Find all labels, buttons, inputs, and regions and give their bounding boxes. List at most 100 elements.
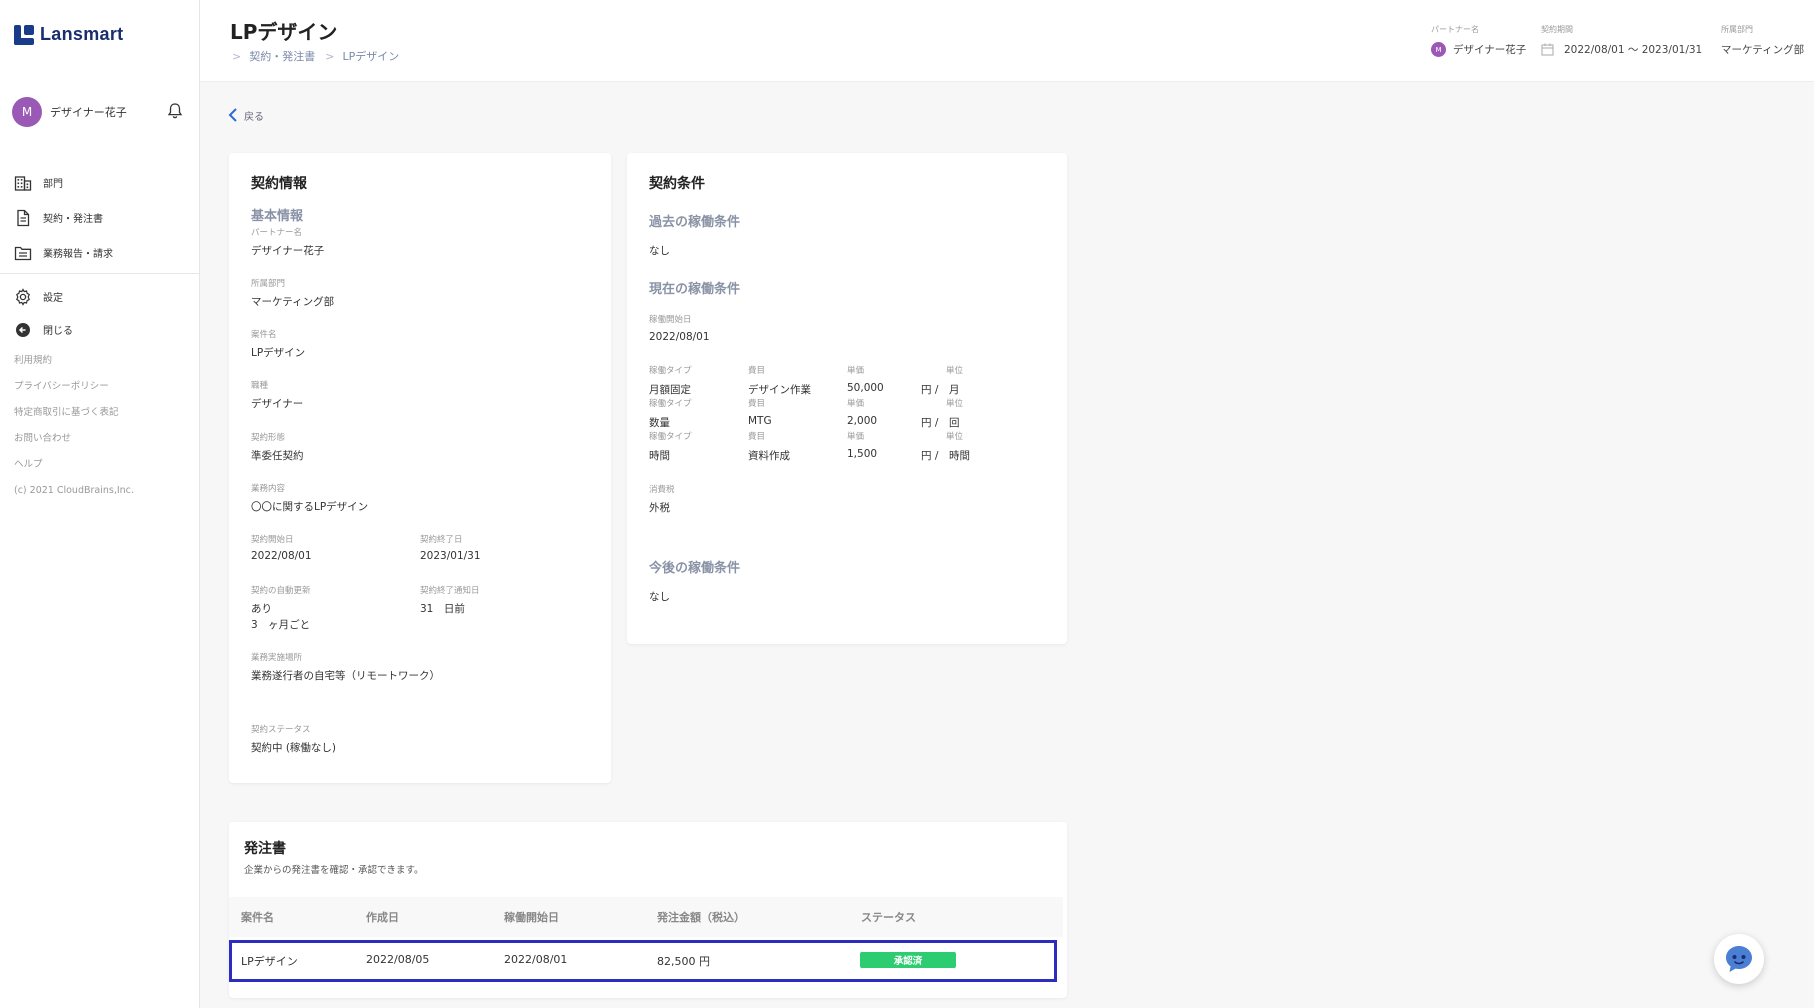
footer-link-help[interactable]: ヘルプ	[14, 458, 134, 484]
project-value: LPデザイン	[251, 347, 306, 359]
period-dates: 2022/08/01 〜 2023/01/31	[1564, 44, 1703, 56]
chevron-right-icon: >	[325, 49, 335, 63]
col-price-label: 単価	[847, 399, 865, 409]
page-title: LPデザイン	[230, 20, 338, 44]
sidebar-item-close[interactable]: 閉じる	[0, 313, 200, 346]
user-profile[interactable]: M デザイナー花子	[12, 97, 188, 127]
rate-type: 月額固定	[649, 384, 691, 396]
chevron-right-icon: >	[232, 49, 242, 63]
renew-value: あり	[251, 603, 272, 615]
sidebar-item-reports[interactable]: 業務報告・請求	[0, 235, 200, 270]
breadcrumb: > 契約・発注書 > LPデザイン	[232, 48, 409, 64]
chat-support-button[interactable]	[1714, 934, 1764, 984]
breadcrumb-current: LPデザイン	[342, 50, 400, 63]
place-label: 業務実施場所	[251, 653, 303, 663]
rate-item: デザイン作業	[748, 384, 811, 396]
sidebar-item-label: 業務報告・請求	[43, 249, 113, 260]
po-table-header: 案件名 作成日 稼働開始日 発注金額（税込） ステータス	[229, 897, 1063, 937]
section-title-past: 過去の稼働条件	[649, 215, 741, 230]
status-label: 契約ステータス	[251, 725, 311, 735]
rate-price: 2,000	[847, 415, 878, 427]
secondary-nav: 設定 閉じる	[0, 280, 200, 346]
col-price-label: 単価	[847, 366, 865, 376]
rate-yen: 円 /	[921, 450, 939, 462]
footer-link-contact[interactable]: お問い合わせ	[14, 432, 134, 458]
avatar: M	[1431, 42, 1446, 57]
dept-value: マーケティング部	[1721, 44, 1805, 56]
rate-item: 資料作成	[748, 450, 790, 462]
dept-label: 所属部門	[251, 279, 286, 289]
copyright: (c) 2021 CloudBrains,Inc.	[14, 485, 134, 496]
col-header-created: 作成日	[366, 911, 399, 924]
status-badge: 承認済	[860, 952, 956, 968]
table-row[interactable]: LPデザイン 2022/08/05 2022/08/01 82,500 円 承認…	[229, 940, 1057, 982]
col-header-project: 案件名	[241, 911, 274, 924]
section-title-current: 現在の稼働条件	[649, 282, 741, 297]
section-title-basic: 基本情報	[251, 209, 304, 224]
footer-links: 利用規約 プライバシーポリシー 特定商取引に基づく表記 お問い合わせ ヘルプ (…	[14, 354, 134, 510]
document-icon	[17, 209, 30, 226]
partner-name: デザイナー花子	[1453, 44, 1527, 56]
rate-price: 50,000	[847, 382, 884, 394]
user-name: デザイナー花子	[50, 106, 127, 119]
back-button[interactable]: 戻る	[228, 107, 264, 123]
sidebar-item-label: 部門	[43, 179, 63, 190]
contract-terms-card: 契約条件 過去の稼働条件 なし 現在の稼働条件 稼働開始日 2022/08/01…	[627, 153, 1067, 644]
col-header-start: 稼働開始日	[504, 911, 559, 924]
gear-icon	[16, 287, 30, 306]
work-value: 〇〇に関するLPデザイン	[251, 501, 369, 513]
col-header-amount: 発注金額（税込）	[657, 911, 745, 924]
work-start-label: 稼働開始日	[649, 315, 692, 325]
col-header-status: ステータス	[861, 911, 916, 924]
building-icon	[14, 175, 32, 191]
partner-value: M デザイナー花子	[1431, 42, 1526, 57]
logo[interactable]: Lansmart	[14, 24, 123, 45]
sidebar-item-settings[interactable]: 設定	[0, 280, 200, 313]
rate-unit: 時間	[949, 450, 970, 462]
col-type-label: 稼働タイプ	[649, 432, 692, 442]
place-value: 業務遂行者の自宅等（リモートワーク）	[251, 670, 440, 682]
sidebar-item-departments[interactable]: 部門	[0, 165, 200, 200]
card-title: 契約情報	[251, 176, 307, 192]
chat-bot-icon	[1726, 946, 1752, 972]
col-item-label: 費目	[748, 432, 766, 442]
partner-label: パートナー名	[251, 228, 303, 238]
calendar-icon	[1541, 43, 1554, 56]
sidebar-item-contracts[interactable]: 契約・発注書	[0, 200, 200, 235]
col-type-label: 稼働タイプ	[649, 366, 692, 376]
renew-period: 3 ヶ月ごと	[251, 619, 311, 631]
tax-value: 外税	[649, 502, 670, 514]
start-label: 契約開始日	[251, 535, 294, 545]
brand-name: Lansmart	[40, 24, 124, 44]
contract-info-card: 契約情報 基本情報 パートナー名 デザイナー花子 所属部門 マーケティング部 案…	[229, 153, 611, 783]
status-value: 契約中 (稼働なし)	[251, 742, 337, 754]
page-header: LPデザイン > 契約・発注書 > LPデザイン パートナー名 M デザイナー花…	[200, 0, 1814, 82]
rate-yen: 円 /	[921, 417, 939, 429]
cell-created: 2022/08/05	[366, 953, 430, 966]
col-item-label: 費目	[748, 399, 766, 409]
footer-link-commerce-act[interactable]: 特定商取引に基づく表記	[14, 406, 134, 432]
rate-item: MTG	[748, 415, 772, 427]
col-unit-label: 単位	[946, 399, 964, 409]
cell-project: LPデザイン	[241, 955, 298, 968]
footer-link-privacy[interactable]: プライバシーポリシー	[14, 380, 134, 406]
avatar[interactable]: M	[12, 97, 42, 127]
end-value: 2023/01/31	[420, 550, 481, 562]
footer-link-terms[interactable]: 利用規約	[14, 354, 134, 380]
breadcrumb-contracts[interactable]: 契約・発注書	[249, 48, 315, 64]
rate-unit: 回	[949, 417, 960, 429]
col-item-label: 費目	[748, 366, 766, 376]
contract-form-label: 契約形態	[251, 433, 286, 443]
card-title: 発注書	[244, 841, 286, 857]
project-label: 案件名	[251, 330, 277, 340]
card-title: 契約条件	[649, 176, 705, 192]
cell-start: 2022/08/01	[504, 953, 568, 966]
rate-price: 1,500	[847, 448, 878, 460]
bell-icon[interactable]	[167, 102, 183, 120]
period-label: 契約期間	[1541, 25, 1573, 34]
job-label: 職種	[251, 381, 269, 391]
rate-yen: 円 /	[921, 384, 939, 396]
cell-amount: 82,500 円	[657, 955, 710, 968]
dept-label: 所属部門	[1721, 25, 1753, 34]
section-title-future: 今後の稼働条件	[649, 561, 741, 576]
